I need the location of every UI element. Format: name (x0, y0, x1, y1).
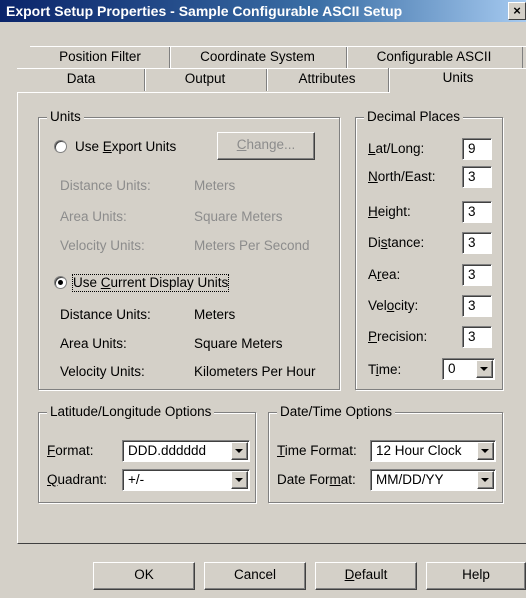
time-decimal-value: 0 (448, 361, 456, 376)
close-icon: × (513, 3, 521, 18)
quadrant-select[interactable]: +/- (122, 469, 250, 491)
latlong-label: Lat/Long: (368, 141, 425, 156)
velocity-label: Velocity: (368, 298, 419, 313)
distance-label: Distance: (368, 235, 425, 250)
latlong-format-select[interactable]: DDD.dddddd (122, 440, 250, 462)
export-velocity-value: Meters Per Second (194, 238, 310, 253)
display-area-value: Square Meters (194, 336, 283, 351)
chevron-down-icon[interactable] (231, 471, 248, 489)
time-format-label: Time Format: (277, 443, 357, 458)
use-current-display-units-label[interactable]: Use Current Display Units (71, 274, 230, 292)
latlong-format-value: DDD.dddddd (128, 443, 207, 458)
display-velocity-value: Kilometers Per Hour (194, 364, 316, 379)
time-format-select[interactable]: 12 Hour Clock (370, 440, 496, 462)
format-label: Format: (47, 443, 94, 458)
time-decimal-select[interactable]: 0 (442, 358, 495, 380)
close-button[interactable]: × (508, 2, 526, 20)
cancel-button[interactable]: Cancel (204, 562, 306, 590)
tab-position-filter[interactable]: Position Filter (33, 47, 167, 69)
northeast-decimal-input[interactable]: 3 (462, 166, 492, 188)
time-format-value: 12 Hour Clock (376, 443, 462, 458)
area-label: Area: (368, 267, 401, 282)
title-bar[interactable]: Export Setup Properties - Sample Configu… (0, 0, 526, 22)
change-button[interactable]: Change... (217, 132, 315, 160)
export-velocity-label: Velocity Units: (60, 238, 145, 253)
export-area-value: Square Meters (194, 209, 283, 224)
use-export-units-radio[interactable] (54, 140, 67, 153)
dialog-window: Export Setup Properties - Sample Configu… (0, 0, 526, 598)
chevron-down-icon[interactable] (231, 442, 248, 460)
units-group: Units Use Export Units Change... Distanc… (38, 109, 340, 390)
precision-decimal-input[interactable]: 3 (462, 326, 492, 348)
time-label: Time: (368, 362, 402, 377)
velocity-decimal-input[interactable]: 3 (462, 295, 492, 317)
help-button[interactable]: Help (426, 562, 526, 590)
units-legend: Units (47, 109, 84, 125)
decimal-places-group: Decimal Places Lat/Long: 9 North/East: 3… (355, 109, 503, 390)
display-velocity-label: Velocity Units: (60, 364, 145, 379)
chevron-down-icon[interactable] (476, 360, 493, 378)
chevron-down-icon[interactable] (477, 442, 494, 460)
tab-output[interactable]: Output (146, 69, 264, 91)
datetime-options-legend: Date/Time Options (277, 404, 396, 420)
date-format-value: MM/DD/YY (376, 472, 444, 487)
ok-button[interactable]: OK (93, 562, 195, 590)
use-current-display-units-radio[interactable] (54, 276, 67, 289)
tab-units[interactable]: Units (390, 68, 526, 90)
export-area-label: Area Units: (60, 209, 127, 224)
tab-data[interactable]: Data (20, 69, 142, 91)
distance-decimal-input[interactable]: 3 (462, 232, 492, 254)
height-label: Height: (368, 204, 411, 219)
latlong-options-group: Latitude/Longitude Options Format: DDD.d… (38, 404, 256, 503)
decimal-places-legend: Decimal Places (364, 109, 464, 125)
display-distance-label: Distance Units: (60, 307, 151, 322)
quadrant-value: +/- (128, 472, 145, 487)
precision-label: Precision: (368, 329, 428, 344)
tab-attributes[interactable]: Attributes (268, 69, 386, 91)
northeast-label: North/East: (368, 169, 436, 184)
tab-configurable-ascii[interactable]: Configurable ASCII (348, 47, 520, 69)
default-button[interactable]: Default (315, 562, 417, 590)
display-distance-value: Meters (194, 307, 236, 322)
display-area-label: Area Units: (60, 336, 127, 351)
export-distance-value: Meters (194, 178, 236, 193)
datetime-options-group: Date/Time Options Time Format: 12 Hour C… (268, 404, 503, 503)
tab-coordinate-system[interactable]: Coordinate System (171, 47, 344, 69)
date-format-select[interactable]: MM/DD/YY (370, 469, 496, 491)
chevron-down-icon[interactable] (477, 471, 494, 489)
use-export-units-label[interactable]: Use Export Units (75, 139, 176, 155)
window-title: Export Setup Properties - Sample Configu… (6, 3, 403, 19)
latlong-decimal-input[interactable]: 9 (462, 138, 492, 160)
area-decimal-input[interactable]: 3 (462, 264, 492, 286)
date-format-label: Date Format: (277, 472, 356, 487)
export-distance-label: Distance Units: (60, 178, 151, 193)
height-decimal-input[interactable]: 3 (462, 201, 492, 223)
quadrant-label: Quadrant: (47, 472, 108, 487)
latlong-options-legend: Latitude/Longitude Options (47, 404, 215, 420)
